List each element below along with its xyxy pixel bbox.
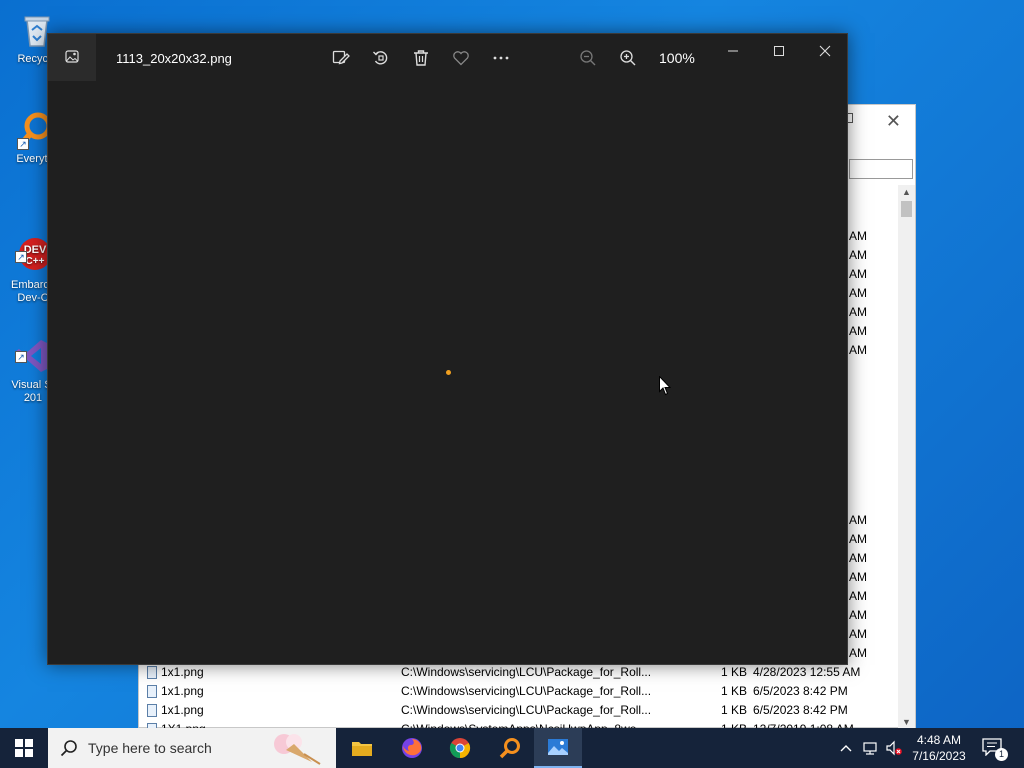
image-filename: 1113_20x20x32.png: [116, 51, 232, 66]
file-size: 1 KB: [721, 684, 748, 698]
date-suffix: AM: [849, 305, 867, 319]
vertical-scrollbar[interactable]: ▲ ▼: [898, 185, 915, 729]
file-date: 6/5/2023 8:42 PM: [753, 703, 848, 717]
scrollbar-thumb[interactable]: [901, 201, 912, 217]
more-options-button[interactable]: [489, 46, 513, 70]
minimize-icon: [728, 50, 738, 52]
zoom-level[interactable]: 100%: [659, 50, 695, 66]
clock-date: 7/16/2023: [912, 749, 966, 763]
clock-time: 4:48 AM: [916, 733, 962, 747]
mouse-cursor-icon: [659, 376, 671, 396]
photos-app-icon-area[interactable]: [48, 34, 96, 81]
file-path: C:\Windows\servicing\LCU\Package_for_Rol…: [401, 684, 651, 698]
photos-app-icon: [65, 50, 79, 63]
system-clock[interactable]: 4:48 AM 7/16/2023: [908, 732, 970, 764]
zoom-in-button[interactable]: [616, 46, 640, 70]
table-row[interactable]: 1x1.png C:\Windows\servicing\LCU\Package…: [139, 701, 899, 720]
notification-count-badge: 1: [995, 748, 1008, 761]
shortcut-arrow-icon: ↗: [15, 351, 27, 363]
maximize-button[interactable]: [764, 40, 794, 62]
taskbar-search-box[interactable]: Type here to search: [48, 728, 336, 768]
file-date: 4/28/2023 12:55 AM: [753, 665, 861, 679]
date-suffix: AM: [849, 570, 867, 584]
date-suffix: AM: [849, 248, 867, 262]
minimize-button[interactable]: [718, 40, 748, 62]
file-date: 6/5/2023 8:42 PM: [753, 684, 848, 698]
network-icon[interactable]: [862, 740, 878, 756]
edit-image-icon: [332, 50, 350, 65]
file-name: 1x1.png: [161, 665, 204, 679]
close-icon[interactable]: ✕: [886, 111, 901, 132]
ice-cream-doodle-icon: [274, 734, 321, 765]
date-column-fragment: AM AM AM AM AM AM AM: [849, 227, 867, 360]
file-name: 1x1.png: [161, 703, 204, 717]
date-suffix: AM: [849, 324, 867, 338]
file-path: C:\Windows\servicing\LCU\Package_for_Rol…: [401, 703, 651, 717]
shortcut-arrow-icon: ↗: [15, 251, 27, 263]
png-file-icon: [147, 666, 157, 679]
shortcut-arrow-icon: ↗: [17, 138, 29, 150]
rotate-icon: [373, 51, 388, 65]
table-row[interactable]: 1x1.png C:\Windows\servicing\LCU\Package…: [139, 663, 899, 682]
everything-search-icon: [499, 738, 520, 759]
svg-text:C++: C++: [26, 256, 45, 267]
date-suffix: AM: [849, 286, 867, 300]
chrome-icon: [449, 738, 471, 759]
close-icon: [819, 45, 831, 57]
table-row[interactable]: 1x1.png C:\Windows\servicing\LCU\Package…: [139, 682, 899, 701]
zoom-out-icon: [580, 50, 596, 66]
date-suffix: AM: [849, 646, 867, 660]
svg-text:DEV: DEV: [24, 244, 47, 256]
chevron-up-icon[interactable]: [838, 740, 854, 756]
png-file-icon: [147, 685, 157, 698]
taskbar-firefox[interactable]: [388, 728, 436, 768]
png-file-icon: [147, 704, 157, 717]
image-content-pixel: [446, 370, 451, 375]
firefox-icon: [402, 738, 422, 758]
heart-icon: [453, 51, 469, 66]
folder-icon: [352, 742, 372, 756]
date-suffix: AM: [849, 267, 867, 281]
delete-button[interactable]: [409, 46, 433, 70]
date-suffix: AM: [849, 551, 867, 565]
file-size: 1 KB: [721, 665, 748, 679]
date-column-fragment: AM AM AM AM AM AM AM AM: [849, 511, 867, 663]
search-placeholder: Type here to search: [88, 740, 212, 756]
date-suffix: AM: [849, 532, 867, 546]
rotate-button[interactable]: [369, 46, 393, 70]
scroll-down-icon[interactable]: ▼: [902, 717, 911, 727]
scroll-up-icon[interactable]: ▲: [902, 187, 911, 197]
file-path: C:\Windows\servicing\LCU\Package_for_Rol…: [401, 665, 651, 679]
photos-viewer-window: 1113_20x20x32.png 100%: [47, 33, 848, 665]
edit-button[interactable]: [329, 46, 353, 70]
taskbar-file-explorer[interactable]: [338, 728, 386, 768]
date-suffix: AM: [849, 343, 867, 357]
taskbar-everything[interactable]: [486, 728, 534, 768]
date-suffix: AM: [849, 627, 867, 641]
notification-center-button[interactable]: 1: [982, 738, 1008, 761]
date-suffix: AM: [849, 589, 867, 603]
taskbar-chrome[interactable]: [436, 728, 484, 768]
trash-icon: [414, 50, 428, 66]
volume-muted-icon[interactable]: [886, 740, 902, 756]
favorite-button[interactable]: [449, 46, 473, 70]
search-icon: [60, 740, 77, 757]
taskbar-photos[interactable]: [534, 728, 582, 768]
zoom-in-icon: [620, 50, 636, 66]
date-suffix: AM: [849, 608, 867, 622]
search-input[interactable]: [849, 159, 913, 179]
date-suffix: AM: [849, 513, 867, 527]
zoom-out-button[interactable]: [576, 46, 600, 70]
close-button[interactable]: [810, 40, 840, 62]
photos-app-icon: [548, 739, 568, 755]
date-suffix: AM: [849, 229, 867, 243]
start-button[interactable]: [0, 728, 48, 768]
file-name: 1x1.png: [161, 684, 204, 698]
maximize-icon: [774, 46, 784, 56]
file-size: 1 KB: [721, 703, 748, 717]
taskbar: Type here to search 4:48 AM 7/16/2023 1: [0, 728, 1024, 768]
windows-logo-icon: [15, 739, 33, 757]
more-dots-icon: [493, 56, 509, 60]
